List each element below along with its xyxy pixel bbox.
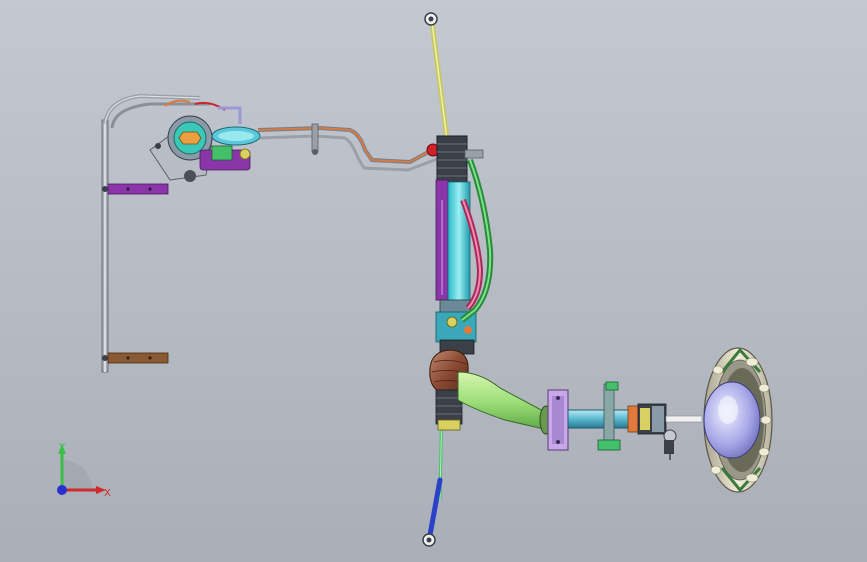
hydraulic-lines[interactable] <box>257 123 441 172</box>
cad-viewport[interactable]: Y X <box>0 0 867 562</box>
coordinate-triad: Y X <box>57 442 111 499</box>
z-axis-origin <box>57 485 67 495</box>
steering-column-tube[interactable] <box>457 371 569 451</box>
power-steering-pump[interactable] <box>149 99 261 182</box>
steering-wheel[interactable] <box>703 347 773 493</box>
x-axis-label: X <box>104 488 111 499</box>
y-axis-label: Y <box>58 442 66 453</box>
steering-gear-housing[interactable] <box>435 179 477 355</box>
steering-assembly-model[interactable] <box>0 0 867 562</box>
triad-plane <box>62 460 92 490</box>
steering-shaft[interactable] <box>567 381 703 460</box>
